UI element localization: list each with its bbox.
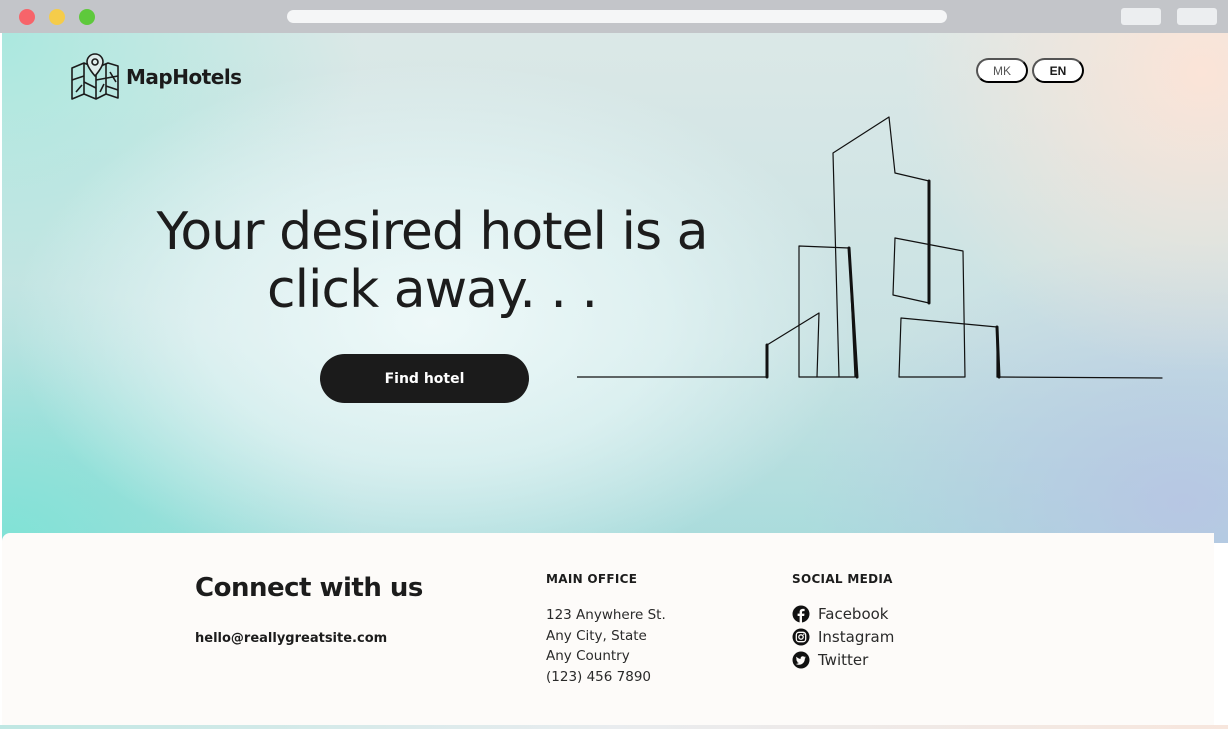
address-line: Any City, State bbox=[546, 627, 647, 644]
facebook-label: Facebook bbox=[818, 604, 889, 623]
instagram-icon bbox=[792, 628, 810, 645]
language-mk-button[interactable]: MK bbox=[976, 58, 1028, 83]
address-bar[interactable] bbox=[287, 10, 947, 23]
twitter-link[interactable]: Twitter bbox=[792, 648, 894, 671]
instagram-link[interactable]: Instagram bbox=[792, 625, 894, 648]
browser-chrome bbox=[0, 0, 1228, 33]
close-window-button[interactable] bbox=[19, 9, 35, 25]
twitter-label: Twitter bbox=[818, 650, 869, 669]
footer: Connect with us hello@reallygreatsite.co… bbox=[2, 533, 1214, 726]
minimize-window-button[interactable] bbox=[49, 9, 65, 25]
language-en-button[interactable]: EN bbox=[1032, 58, 1084, 83]
social-media-heading: SOCIAL MEDIA bbox=[792, 572, 893, 586]
facebook-icon bbox=[792, 605, 810, 623]
hero-section: MapHotels MK EN Your desired hotel is a … bbox=[2, 33, 1228, 543]
contact-email-link[interactable]: hello@reallygreatsite.com bbox=[195, 631, 387, 646]
browser-action-button[interactable] bbox=[1121, 8, 1161, 25]
brand-logo[interactable]: MapHotels bbox=[70, 52, 242, 102]
main-office-heading: MAIN OFFICE bbox=[546, 572, 638, 586]
browser-menu-button[interactable] bbox=[1177, 8, 1217, 25]
office-address: 123 Anywhere St. Any City, State Any Cou… bbox=[546, 605, 666, 687]
social-links: Facebook Instagram Twitter bbox=[792, 602, 894, 671]
phone-number: (123) 456 7890 bbox=[546, 668, 652, 685]
twitter-icon bbox=[792, 651, 810, 668]
city-skyline-illustration bbox=[577, 116, 1163, 379]
maximize-window-button[interactable] bbox=[79, 9, 95, 25]
connect-title: Connect with us bbox=[195, 573, 423, 603]
hero-headline-line2: click away. . . bbox=[267, 260, 598, 320]
brand-name: MapHotels bbox=[126, 65, 242, 89]
find-hotel-button[interactable]: Find hotel bbox=[320, 354, 529, 403]
instagram-label: Instagram bbox=[818, 627, 895, 646]
address-line: Any Country bbox=[546, 648, 630, 664]
facebook-link[interactable]: Facebook bbox=[792, 602, 894, 625]
footer-bottom-strip bbox=[0, 725, 1228, 729]
map-pin-logo-icon bbox=[71, 53, 119, 100]
address-line: 123 Anywhere St. bbox=[546, 607, 666, 623]
